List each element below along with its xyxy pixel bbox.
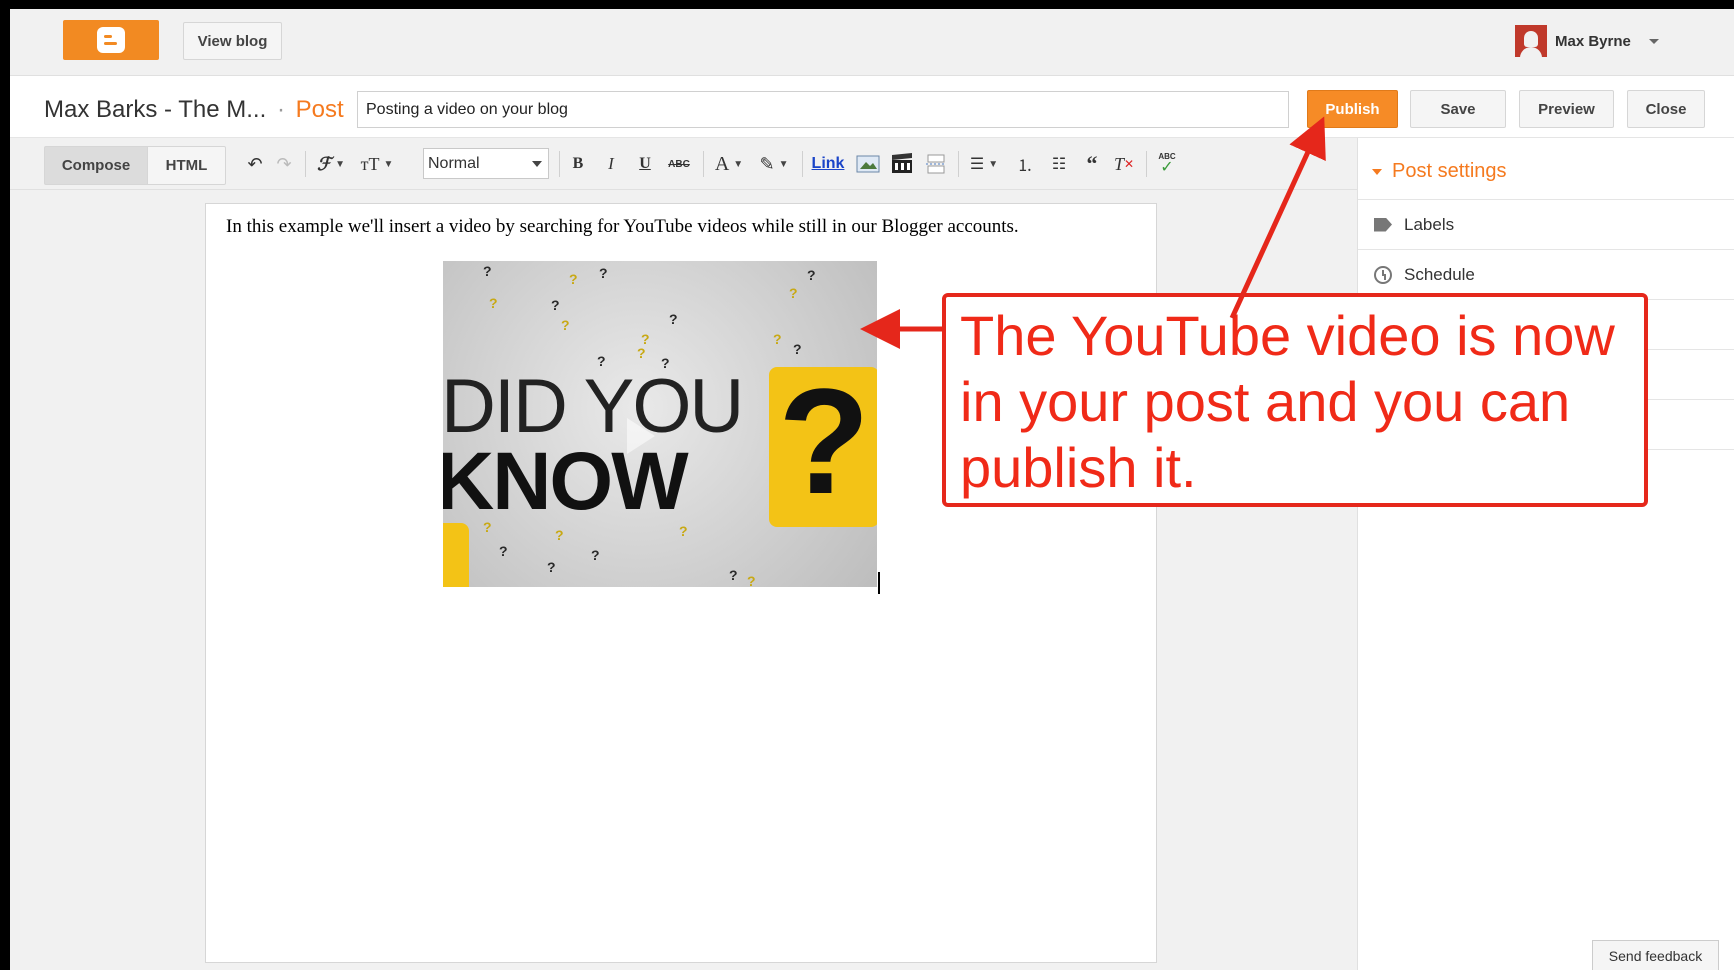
question-mark-decoration: ?: [561, 317, 570, 333]
text-cursor: [878, 572, 880, 594]
link-label: Link: [811, 155, 845, 172]
check-icon: ✓: [1160, 159, 1174, 176]
embedded-youtube-video[interactable]: ? ? ? ? ? ? ? ? ? ? ? ? ? ? ? ? ? ? ? ? …: [443, 261, 877, 587]
close-button[interactable]: Close: [1627, 90, 1705, 128]
user-name: Max Byrne: [1555, 32, 1631, 50]
underline-button[interactable]: U: [632, 150, 658, 178]
question-mark-decoration: ?: [555, 527, 564, 543]
blogger-logo-button[interactable]: [63, 20, 159, 60]
question-mark-decoration: ?: [773, 331, 782, 347]
question-mark-decoration: ?: [669, 311, 678, 327]
question-mark-decoration: ?: [569, 271, 578, 287]
publish-button[interactable]: Publish: [1307, 90, 1398, 128]
top-bar: View blog Max Byrne: [10, 9, 1734, 76]
question-mark-decoration: ?: [747, 573, 756, 587]
question-mark-decoration: ?: [729, 567, 738, 583]
chevron-down-icon: [1648, 38, 1659, 44]
question-mark-decoration: ?: [807, 267, 816, 283]
strikethrough-button[interactable]: ABC: [664, 150, 694, 178]
send-feedback-button[interactable]: Send feedback: [1592, 940, 1719, 970]
section-label: Post: [295, 96, 344, 123]
question-mark-decoration: ?: [499, 543, 508, 559]
tag-icon: [1374, 217, 1392, 232]
preview-button[interactable]: Preview: [1519, 90, 1614, 128]
spellcheck-button[interactable]: ABC ✓: [1152, 150, 1182, 178]
mode-toggle: Compose HTML: [44, 146, 226, 185]
toolbar-divider: [1146, 151, 1147, 177]
user-menu[interactable]: Max Byrne: [1515, 23, 1659, 59]
toolbar-divider: [703, 151, 704, 177]
sidebar-item-label: Labels: [1404, 214, 1455, 234]
question-mark-decoration: ?: [599, 265, 608, 281]
font-size-icon[interactable]: тT ▼: [356, 150, 398, 178]
sidebar-item-schedule[interactable]: Schedule: [1358, 249, 1734, 299]
compose-mode-button[interactable]: Compose: [44, 146, 148, 185]
question-mark-decoration: ?: [483, 263, 492, 279]
post-settings-header[interactable]: Post settings: [1372, 160, 1507, 183]
editor-toolbar: Compose HTML ↶ ↷ ℱ ▼ тT ▼ Normal B I U ABC…: [10, 138, 1357, 190]
question-mark-decoration: ?: [551, 297, 560, 313]
video-big-question-mark: ?: [778, 357, 870, 525]
breadcrumb: Max Barks - The M... · Post: [44, 96, 344, 124]
font-family-icon[interactable]: ℱ ▼: [312, 150, 350, 178]
video-title-line1: DID YOU: [443, 364, 744, 449]
title-row: Max Barks - The M... · Post Publish Save…: [10, 76, 1734, 138]
blogger-logo-icon: [97, 27, 125, 53]
question-mark-decoration: ?: [793, 341, 802, 357]
question-mark-decoration: ?: [547, 559, 556, 575]
html-mode-button[interactable]: HTML: [148, 146, 226, 185]
remove-formatting-icon[interactable]: T ✕: [1110, 150, 1138, 178]
question-mark-decoration: ?: [489, 295, 498, 311]
annotation-callout: The YouTube video is now in your post an…: [942, 293, 1648, 507]
text-color-button[interactable]: A ▼: [710, 150, 748, 178]
post-settings-title: Post settings: [1392, 160, 1507, 182]
redo-icon[interactable]: ↷: [271, 150, 297, 178]
post-body-text[interactable]: In this example we'll insert a video by …: [226, 215, 1066, 239]
numbered-list-icon[interactable]: ⒈: [1010, 150, 1040, 178]
sidebar-item-label: Schedule: [1404, 264, 1475, 284]
bold-button[interactable]: B: [565, 150, 591, 178]
highlight-color-button[interactable]: ✎ ▼: [754, 150, 794, 178]
toolbar-divider: [802, 151, 803, 177]
insert-image-icon[interactable]: [854, 150, 882, 178]
video-yellow-panel-left: [443, 523, 469, 587]
link-button[interactable]: Link: [808, 150, 848, 178]
format-select[interactable]: Normal: [423, 148, 549, 179]
post-settings-sidebar: Post settings Labels Schedule: [1357, 138, 1734, 970]
highlighter-icon: ✎: [759, 153, 775, 174]
text-color-icon: A: [714, 152, 730, 175]
toolbar-divider: [559, 151, 560, 177]
toolbar-divider: [305, 151, 306, 177]
align-button[interactable]: ☰ ▼: [964, 150, 1004, 178]
clock-icon: [1374, 265, 1392, 284]
save-button[interactable]: Save: [1410, 90, 1506, 128]
question-mark-decoration: ?: [637, 345, 646, 361]
question-mark-decoration: ?: [789, 285, 798, 301]
avatar: [1515, 25, 1547, 57]
sidebar-item-labels[interactable]: Labels: [1358, 199, 1734, 249]
play-icon[interactable]: [627, 418, 655, 454]
breadcrumb-separator: ·: [276, 96, 285, 123]
undo-icon[interactable]: ↶: [242, 150, 268, 178]
blog-name[interactable]: Max Barks - The M...: [44, 96, 266, 123]
format-select-value: Normal: [428, 154, 480, 172]
bulleted-list-icon[interactable]: ☷: [1044, 150, 1074, 178]
italic-button[interactable]: I: [598, 150, 624, 178]
post-title-input[interactable]: [357, 91, 1289, 128]
toolbar-divider: [958, 151, 959, 177]
view-blog-button[interactable]: View blog: [183, 22, 282, 60]
insert-video-icon[interactable]: [888, 150, 916, 178]
chevron-down-icon: [532, 160, 542, 167]
quote-icon[interactable]: “: [1078, 150, 1106, 178]
align-icon: ☰: [969, 156, 985, 173]
question-mark-decoration: ?: [591, 547, 600, 563]
insert-jump-break-icon[interactable]: [922, 150, 950, 178]
collapse-triangle-icon: [1372, 168, 1382, 175]
